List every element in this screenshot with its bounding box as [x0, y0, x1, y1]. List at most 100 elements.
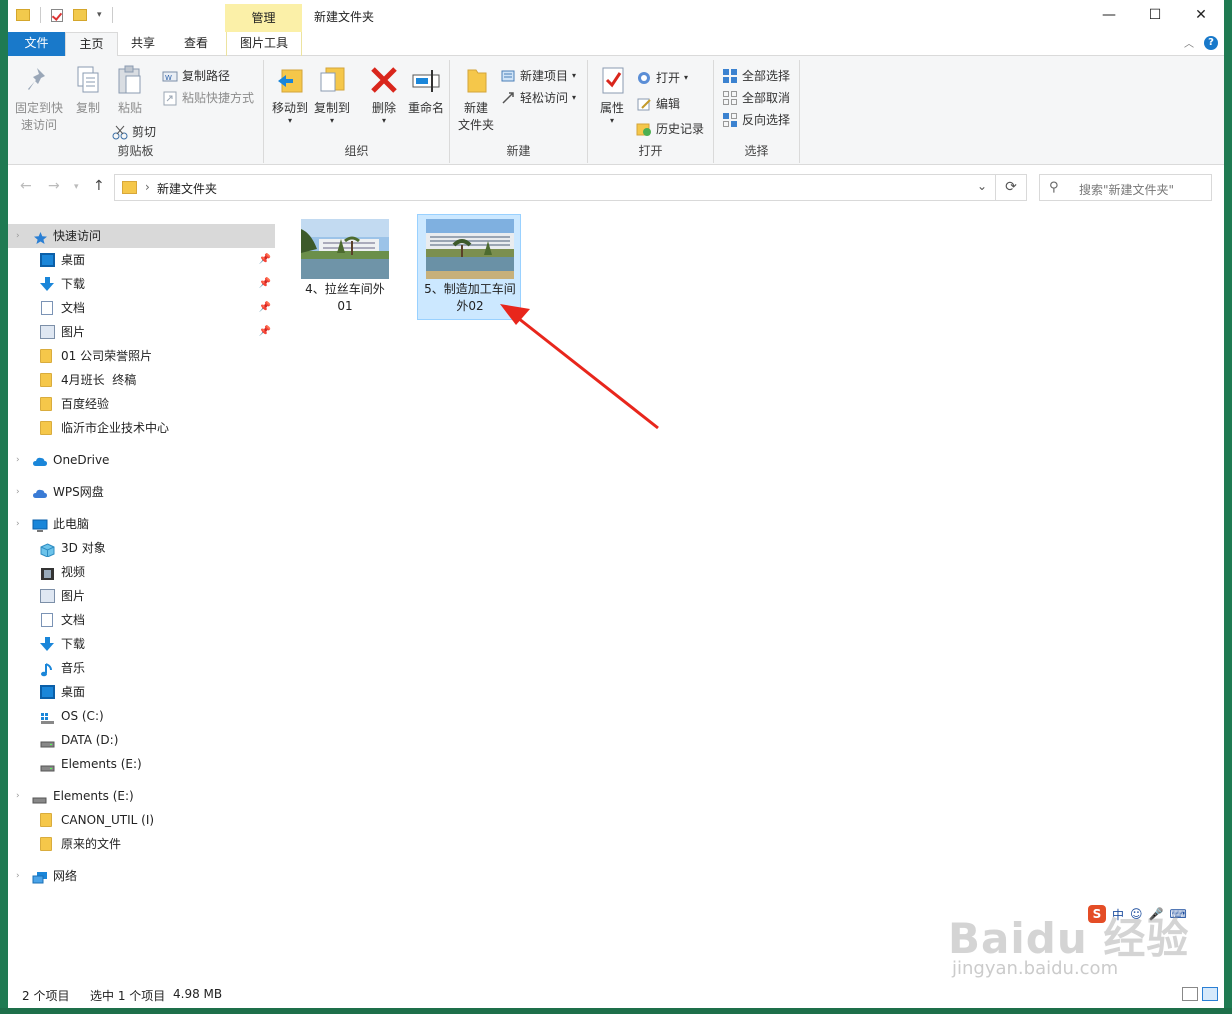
nav-drive-e[interactable]: Elements (E:): [8, 752, 275, 776]
tab-view[interactable]: 查看: [171, 32, 221, 56]
collapse-ribbon-icon[interactable]: ︿: [1184, 35, 1194, 50]
nav-folder-baidu[interactable]: 百度经验: [8, 392, 275, 416]
easy-access-button[interactable]: 轻松访问 ▾: [500, 88, 576, 108]
new-folder-button[interactable]: 新建 文件夹: [454, 64, 498, 134]
details-view-icon[interactable]: [1182, 987, 1198, 1001]
nav-quick-access[interactable]: › 快速访问: [8, 224, 275, 248]
history-button[interactable]: 历史记录: [636, 119, 704, 139]
refresh-button[interactable]: ⟳: [996, 174, 1027, 201]
new-item-chevron-icon: ▾: [572, 71, 577, 80]
large-icons-view-icon[interactable]: [1202, 987, 1218, 1001]
select-none-button[interactable]: 全部取消: [722, 88, 790, 108]
nav-folder-april[interactable]: 4月班长 终稿: [8, 368, 275, 392]
recent-locations-chevron-icon[interactable]: ▾: [74, 182, 79, 192]
pin-icon[interactable]: 📌: [259, 296, 271, 320]
nav-canon-util[interactable]: CANON_UTIL (I): [8, 808, 275, 832]
invert-selection-button[interactable]: 反向选择: [722, 110, 790, 130]
close-button[interactable]: ✕: [1178, 0, 1224, 32]
nav-onedrive[interactable]: › OneDrive: [8, 448, 275, 472]
selection-size: 4.98 MB: [173, 987, 223, 1001]
nav-pc-pictures-label: 图片: [61, 589, 86, 603]
back-arrow-icon[interactable]: ←: [20, 178, 32, 194]
move-to-button[interactable]: 移动到 ▾: [270, 64, 310, 125]
nav-drive-d[interactable]: DATA (D:): [8, 728, 275, 752]
up-arrow-icon[interactable]: ↑: [93, 178, 105, 194]
invert-selection-label: 反向选择: [742, 113, 791, 127]
nav-original-files[interactable]: 原来的文件: [8, 832, 275, 856]
select-all-button[interactable]: 全部选择: [722, 66, 790, 86]
nav-documents[interactable]: 文档 📌: [8, 296, 275, 320]
nav-drive-c[interactable]: OS (C:): [8, 704, 275, 728]
paste-shortcut-button[interactable]: 粘贴快捷方式: [162, 88, 254, 108]
tab-share[interactable]: 共享: [118, 32, 168, 56]
nav-wps[interactable]: › WPS网盘: [8, 480, 275, 504]
expand-chevron-icon[interactable]: ›: [16, 224, 20, 248]
search-input[interactable]: ⚲ 搜索"新建文件夹": [1039, 174, 1212, 201]
forward-arrow-icon[interactable]: →: [48, 178, 60, 194]
nav-pc-desktop[interactable]: 桌面: [8, 680, 275, 704]
nav-folder-linyi[interactable]: 临沂市企业技术中心: [8, 416, 275, 440]
expand-chevron-icon[interactable]: ›: [16, 448, 20, 472]
expand-chevron-icon[interactable]: ›: [16, 512, 20, 536]
copy-to-icon: [316, 64, 348, 96]
new-item-button[interactable]: 新建项目 ▾: [500, 66, 576, 86]
nav-videos[interactable]: 视频: [8, 560, 275, 584]
breadcrumb-path[interactable]: 新建文件夹: [157, 180, 217, 197]
help-icon[interactable]: ?: [1204, 35, 1218, 50]
open-button[interactable]: 打开 ▾: [636, 68, 688, 88]
file-item-selected[interactable]: 5、制造加工车间 外02: [417, 214, 521, 320]
nav-drive-d-label: DATA (D:): [61, 733, 119, 747]
nav-pictures[interactable]: 图片 📌: [8, 320, 275, 344]
customize-toolbar-chevron-icon[interactable]: ▾: [97, 10, 102, 20]
open-chevron-icon: ▾: [684, 73, 689, 82]
copy-button[interactable]: 复制: [68, 64, 108, 117]
edit-button[interactable]: 编辑: [636, 94, 680, 114]
expand-chevron-icon[interactable]: ›: [16, 864, 20, 888]
file-item[interactable]: 4、拉丝车间外 01: [292, 214, 396, 320]
tab-picture-tools[interactable]: 图片工具: [226, 32, 302, 56]
address-dropdown-chevron-icon[interactable]: ⌄: [977, 179, 987, 193]
nav-pc-documents[interactable]: 文档: [8, 608, 275, 632]
file-name-line1: 5、制造加工车间: [424, 282, 516, 296]
scissors-icon: [112, 124, 128, 140]
nav-desktop-label: 桌面: [61, 253, 86, 267]
nav-3d-objects[interactable]: 3D 对象: [8, 536, 275, 560]
maximize-button[interactable]: ☐: [1132, 0, 1178, 32]
file-name-line2: 01: [337, 299, 353, 313]
copy-path-button[interactable]: W 复制路径: [162, 66, 230, 86]
nav-pc-pictures[interactable]: 图片: [8, 584, 275, 608]
copy-to-button[interactable]: 复制到 ▾: [312, 64, 352, 125]
minimize-button[interactable]: —: [1086, 0, 1132, 32]
pin-icon[interactable]: 📌: [259, 248, 271, 272]
nav-this-pc[interactable]: › 此电脑: [8, 512, 275, 536]
expand-chevron-icon[interactable]: ›: [16, 784, 20, 808]
address-bar[interactable]: › 新建文件夹 ⌄: [114, 174, 996, 201]
file-thumbnail: [426, 219, 514, 279]
nav-music[interactable]: 音乐: [8, 656, 275, 680]
nav-downloads[interactable]: 下载 📌: [8, 272, 275, 296]
nav-desktop[interactable]: 桌面 📌: [8, 248, 275, 272]
tab-file[interactable]: 文件: [8, 32, 65, 56]
open-label: 打开: [656, 71, 681, 85]
expand-chevron-icon[interactable]: ›: [16, 480, 20, 504]
drive-icon: [32, 789, 47, 804]
nav-pc-downloads[interactable]: 下载: [8, 632, 275, 656]
pin-icon[interactable]: 📌: [259, 272, 271, 296]
paste-icon: [114, 64, 146, 96]
rename-button[interactable]: 重命名: [406, 64, 446, 117]
tab-home[interactable]: 主页: [65, 32, 118, 57]
manage-contextual-header: 管理: [225, 4, 302, 32]
star-icon: [33, 229, 48, 244]
delete-button[interactable]: 删除 ▾: [366, 64, 402, 125]
nav-elements[interactable]: › Elements (E:): [8, 784, 275, 808]
nav-folder-honors[interactable]: 01 公司荣誉照片: [8, 344, 275, 368]
properties-button[interactable]: 属性 ▾: [592, 64, 632, 125]
pin-quick-access-button[interactable]: 固定到快 速访问: [14, 64, 64, 134]
cut-button[interactable]: 剪切: [112, 122, 156, 142]
pin-icon[interactable]: 📌: [259, 320, 271, 344]
nav-network[interactable]: › 网络: [8, 864, 275, 888]
properties-check-icon[interactable]: [51, 8, 63, 22]
paste-button[interactable]: 粘贴: [110, 64, 150, 117]
new-folder-icon[interactable]: [73, 9, 87, 21]
nav-onedrive-label: OneDrive: [53, 453, 110, 467]
